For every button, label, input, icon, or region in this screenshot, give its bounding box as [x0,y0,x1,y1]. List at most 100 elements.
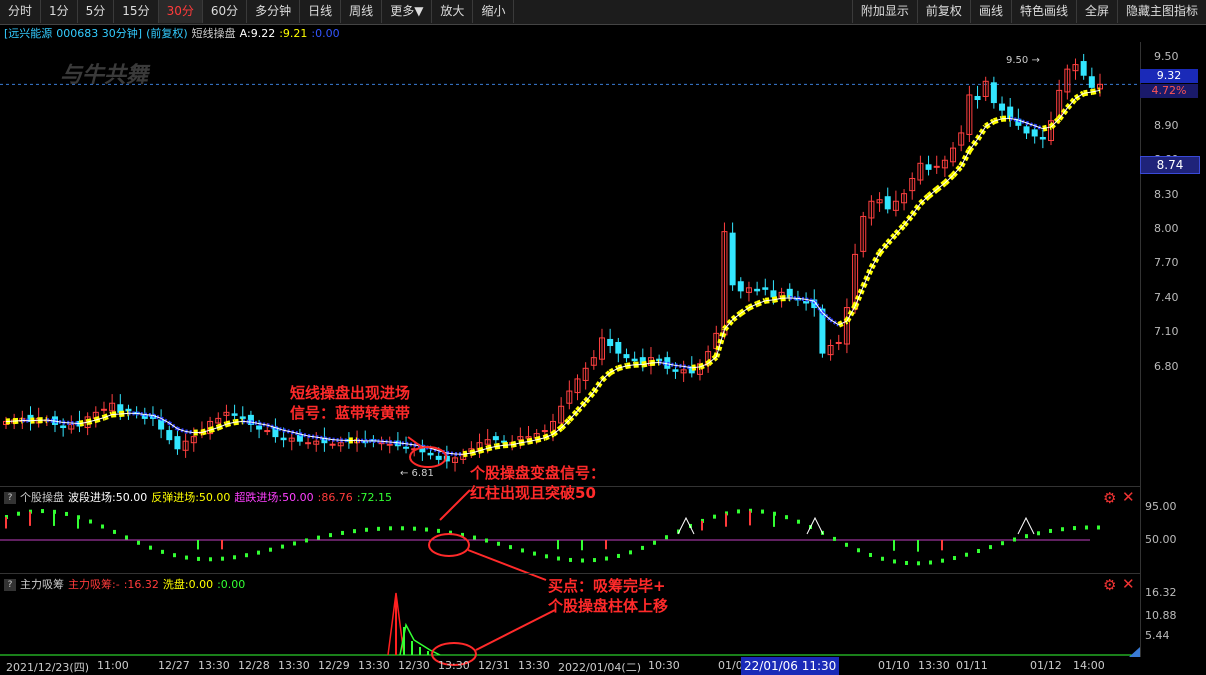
oscillator-mark [509,545,512,550]
annotation-buy-point: 买点：吸筹完毕+ 个股操盘柱体上移 [548,576,668,616]
candle-body [541,430,548,433]
candle-body [501,440,508,443]
candle-body [623,354,630,359]
oscillator-mark [293,541,296,546]
pointer-line [475,609,556,651]
oscillator-mark [641,545,644,550]
oscillator-mark [1073,526,1076,531]
oscillator-mark [797,519,800,524]
oscillator-mark [125,535,128,540]
oscillator-mark [161,549,164,554]
oscillator-mark [137,540,140,545]
candle-body [158,419,165,430]
time-tick-label: 12/27 [158,659,190,672]
candle-body [754,288,761,292]
oscillator-mark [101,524,104,529]
panel3-title[interactable]: 主力吸筹 [20,578,64,591]
panel2-value-0: 波段进场:50.00 [68,491,148,504]
oscillator-bar [5,517,7,529]
oscillator-mark [605,556,608,561]
oscillator-mark [113,529,116,534]
candle-body [925,164,932,170]
annotation-change-line1: 个股操盘变盘信号： [470,464,606,482]
candle-body [770,290,777,298]
candle-body [264,430,271,433]
oscillator-bar [53,511,55,526]
candle-body [174,436,181,450]
price-tick-label: 8.00 [1154,222,1179,235]
panel2-close-icon[interactable]: ✕ [1122,488,1135,506]
oscillator-mark [977,549,980,554]
oscillator-mark [41,509,44,514]
oscillator-mark [905,560,908,565]
oscillator-mark [89,519,92,524]
ribbon-center-line [381,440,390,443]
oscillator-mark [1025,534,1028,539]
oscillator-bar [557,540,559,550]
candle-body [492,436,499,441]
oscillator-bar [941,540,943,551]
oscillator-mark [569,557,572,562]
candle-body [884,196,891,210]
oscillator-mark [533,551,536,556]
price-tick-label: 6.80 [1154,359,1179,373]
candle-body [933,165,940,168]
panel2-value-4: :72.15 [356,491,393,504]
annotation-entry-signal: 短线操盘出现进场 信号：蓝带转黄带 [290,383,410,423]
time-tick-label: 2021/12/23(四) [6,661,89,674]
candle-body [835,341,842,344]
panel3-value-3: :0.00 [217,578,246,591]
candle-body [125,408,132,412]
time-tick-label: 2022/01/04(二) [558,661,641,674]
ribbon-center-line [242,420,251,423]
oscillator-bar [605,540,607,550]
time-tick-label: 12/31 [478,659,510,672]
panel2-settings-icon[interactable]: ⚙ [1103,489,1116,507]
time-tick-label: 01/11 [956,659,988,672]
oscillator-bar [221,540,223,550]
panel2-help-button[interactable]: ? [4,492,16,504]
oscillator-mark [185,555,188,560]
oscillator-mark [953,556,956,561]
ribbon-center-line [332,439,341,441]
panel2-title[interactable]: 个股操盘 [20,491,64,504]
oscillator-mark [665,535,668,540]
time-tick-label: 12/30 [398,659,430,672]
oscillator-mark [209,557,212,562]
panel3-value-1: :16.32 [123,578,159,591]
oscillator-mark [1001,541,1004,546]
oscillator-mark [893,559,896,564]
candle-body [329,443,336,446]
oscillator-mark [581,558,584,563]
panel3-value-2: 洗盘:0.00 [162,578,214,591]
candle-body [786,288,793,298]
ribbon-center-line [71,422,80,425]
panel3-close-icon[interactable]: ✕ [1122,575,1135,593]
candle-body [239,416,246,419]
oscillator-mark [17,511,20,516]
oscillator-mark [833,536,836,541]
candle-body [427,452,434,456]
panel3-settings-icon[interactable]: ⚙ [1103,576,1116,594]
oscillator-mark [425,527,428,532]
candle-body [803,300,810,304]
time-tick-label: 13:30 [438,659,470,672]
candle-body [615,341,622,354]
panel2-value-1: 反弹进场:50.00 [151,491,231,504]
cursor-price-box: 8.74 [1140,156,1200,174]
oscillator-mark [941,558,944,563]
oscillator-mark [341,530,344,535]
panel2-value-2: 超跌进场:50.00 [234,491,314,504]
oscillator-mark [869,552,872,557]
time-tick-label: 11:00 [97,659,129,672]
oscillator-bar [749,510,751,526]
candle-body [100,408,107,411]
oscillator-mark [473,535,476,540]
time-tick-label: 10:30 [648,659,680,672]
oscillator-mark [965,552,968,557]
candle-body [737,281,744,292]
candle-body [819,308,826,354]
panel3-help-button[interactable]: ? [4,579,16,591]
candle-body [762,287,769,290]
oscillator-bar [197,540,199,550]
